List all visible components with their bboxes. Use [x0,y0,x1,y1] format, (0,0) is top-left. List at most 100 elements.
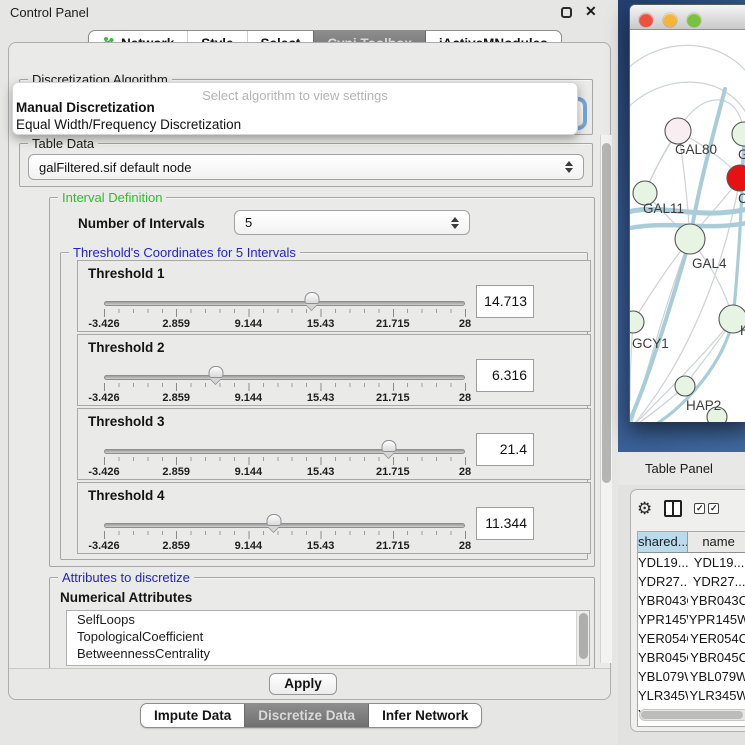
table-panel-titlebar: Table Panel [618,452,745,485]
tick-label: 9.144 [235,318,263,330]
node-label: GCY1 [632,336,669,351]
panel-title: Control Panel [10,5,89,20]
list-item[interactable]: BetweennessCentrality [67,645,589,662]
interval-definition-group: Interval Definition Number of Intervals … [49,197,595,567]
tick-label: 21.715 [376,540,410,552]
slider-thumb[interactable] [382,440,397,452]
tab-label: Discretize Data [258,708,355,723]
column-layout-icon[interactable] [664,500,682,517]
slider-thumb[interactable] [305,292,320,304]
table-data-group: Table Data galFiltered.sif default node [19,143,593,187]
table-row[interactable]: YDR27... YDR27... [638,572,745,591]
tab-discretize-data[interactable]: Discretize Data [244,704,368,727]
tab-impute-data[interactable]: Impute Data [141,704,244,727]
slider-thumb[interactable] [266,514,281,526]
panel-scrollbar[interactable] [600,135,612,663]
list-item[interactable]: TopologicalCoefficient [67,628,589,645]
threshold-value-field[interactable]: 11.344 [476,507,534,540]
node-gcy1[interactable] [630,311,644,333]
slider-tick-labels: -3.426 2.859 9.144 15.43 21.715 28 [104,392,465,404]
list-scrollbar[interactable] [576,611,589,665]
cell-shared: YER054C [638,629,688,648]
tab-label: Impute Data [154,708,231,723]
table-data-combobox[interactable]: galFiltered.sif default node [28,154,584,180]
tick-label: 2.859 [162,540,190,552]
tab-infer-network[interactable]: Infer Network [368,704,481,727]
network-canvas[interactable]: GAL80 G C GAL11 GAL4 GCY1 H HAP2 [630,31,745,422]
float-window-icon[interactable] [561,7,572,18]
cell-shared: YPR145W [638,610,688,629]
node-selected-red[interactable] [727,165,745,191]
network-graph: GAL80 G C GAL11 GAL4 GCY1 H HAP2 [630,31,745,422]
cell-name: YLR345W [688,686,745,705]
slider-ticks [104,309,466,317]
table-row[interactable]: YER054C YER054C [638,629,745,648]
node-gal4[interactable] [675,224,705,254]
node-hap2[interactable] [675,376,695,396]
node-label: HAP2 [686,398,721,413]
scrollbar-thumb[interactable] [579,613,588,659]
node-clipped-g[interactable] [732,122,745,146]
column-header-name[interactable]: name [688,532,745,552]
tick-label: 28 [459,466,471,478]
cell-name: YBL079W [688,667,745,686]
table-row[interactable]: YBR045C YBR045C [638,648,745,667]
slider-tick-labels: -3.426 2.859 9.144 15.43 21.715 28 [104,318,465,330]
close-icon[interactable]: ✕ [585,3,597,20]
table-row[interactable]: YBR043C YBR043C [638,591,745,610]
table-row[interactable]: YBL079W YBL079W [638,667,745,686]
threshold-label: Threshold 3 [88,414,165,429]
slider-track[interactable] [104,449,465,454]
tab-label: Infer Network [382,708,468,723]
slider-track[interactable] [104,523,465,528]
slider-track[interactable] [104,375,465,380]
dropdown-option-equal-width[interactable]: Equal Width/Frequency Discretization [16,117,241,132]
threshold-value-field[interactable]: 21.4 [476,433,534,466]
slider-ticks [104,531,466,539]
scrollbar-thumb[interactable] [641,711,743,719]
scrollbar-thumb[interactable] [602,143,611,483]
checkbox-icon[interactable]: ✓ [694,503,705,514]
minimize-traffic-light[interactable] [663,13,677,27]
table-row[interactable]: YLR345W YLR345W [638,686,745,705]
table-header-row: shared... name [638,532,745,553]
node-gal80[interactable] [665,118,691,144]
group-title: Threshold's Coordinates for 5 Intervals [69,245,300,260]
cell-name: YDL19... [688,553,745,572]
num-intervals-combobox[interactable]: 5 [234,210,470,235]
checkbox-icon[interactable]: ✓ [708,503,719,514]
zoom-traffic-light[interactable] [687,13,701,27]
tick-label: 21.715 [376,466,410,478]
column-header-shared-name[interactable]: shared... [638,532,688,552]
cell-name: YDR27... [688,572,745,591]
horizontal-scrollbar[interactable] [639,709,745,721]
cell-name: YER054C [688,629,745,648]
gear-icon[interactable]: ⚙ [637,500,652,517]
tick-label: 15.43 [307,392,335,404]
slider-track[interactable] [104,301,465,306]
tick-label: 21.715 [376,392,410,404]
dropdown-option-manual[interactable]: Manual Discretization [16,100,155,115]
tick-label: 9.144 [235,392,263,404]
apply-row: Apply [9,668,610,699]
close-traffic-light[interactable] [639,13,653,27]
tick-label: -3.426 [88,392,119,404]
threshold-value-field[interactable]: 6.316 [476,359,534,392]
column-visibility-icons[interactable]: ✓ ✓ [694,503,719,514]
table-row[interactable]: YPR145W YPR145W [638,610,745,629]
tick-label: -3.426 [88,540,119,552]
control-panel-titlebar: Control Panel ✕ [0,0,618,24]
table-row[interactable]: YDL19... YDL19... [638,553,745,572]
cell-name: YBR043C [688,591,745,610]
list-item[interactable]: SelfLoops [67,611,589,628]
attributes-list[interactable]: SelfLoops TopologicalCoefficient Between… [66,610,590,666]
table-panel-title: Table Panel [645,461,713,476]
node-attribute-table[interactable]: shared... name YDL19... YDL19... YDR27..… [637,531,745,727]
combobox-value: galFiltered.sif default node [29,160,191,175]
tick-label: 9.144 [235,540,263,552]
apply-button[interactable]: Apply [269,673,337,695]
network-window-titlebar[interactable] [630,5,745,30]
slider-thumb[interactable] [208,366,223,378]
threshold-value-field[interactable]: 14.713 [476,285,534,318]
node-label: GAL4 [692,256,727,271]
